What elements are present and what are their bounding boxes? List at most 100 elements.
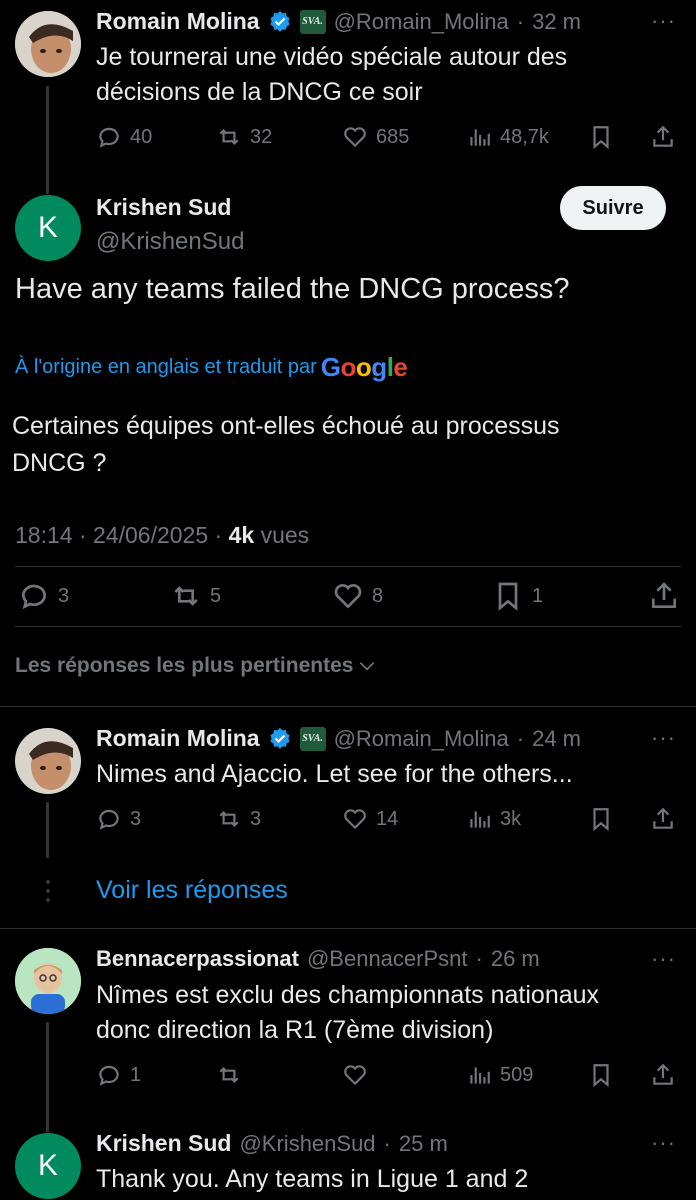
separator: · [383, 1130, 391, 1156]
bookmark-button[interactable] [588, 806, 614, 832]
thread-line [46, 1022, 49, 1132]
thread-dot [46, 889, 50, 893]
tweet-text: Nimes and Ajaccio. Let see for the other… [96, 760, 573, 788]
repost-button[interactable] [216, 1062, 242, 1088]
author-handle[interactable]: @Romain_Molina [334, 9, 509, 35]
like-button[interactable]: 685 [342, 124, 409, 150]
tweet-text: Je tournerai une vidéo spéciale autour d… [96, 40, 567, 110]
see-replies-link[interactable]: Voir les réponses [96, 876, 288, 905]
repost-icon [174, 586, 198, 606]
author-name[interactable]: Romain Molina [96, 8, 260, 35]
avatar[interactable]: K [15, 195, 81, 261]
divider [0, 706, 696, 707]
follow-button[interactable]: Suivre [560, 186, 666, 230]
bookmark-icon [593, 808, 609, 832]
reply-icon [22, 584, 46, 610]
verified-badge-icon [269, 727, 290, 749]
tweet-text: Have any teams failed the DNCG process? [15, 273, 570, 305]
tweet-time[interactable]: 18:14 [15, 522, 73, 548]
separator: · [516, 725, 525, 751]
like-button[interactable]: 14 [342, 806, 398, 832]
author-handle[interactable]: @BennacerPsnt [307, 946, 468, 972]
translated-text-line: Certaines équipes ont-elles échoué au pr… [12, 412, 560, 440]
author-name[interactable]: Krishen Sud [96, 1130, 231, 1157]
reply-icon [99, 1065, 119, 1086]
reply-count: 3 [130, 807, 142, 830]
tweet-text-line: Nîmes est exclu des championnats nationa… [96, 981, 600, 1009]
tweet-time[interactable]: 26 m [491, 946, 540, 972]
divider [0, 928, 696, 929]
bookmark-button[interactable] [588, 1062, 614, 1088]
tweet-time[interactable]: 32 m [532, 9, 581, 35]
tweet-text-line: décisions de la DNCG ce soir [96, 78, 423, 106]
author-name[interactable]: Krishen Sud [96, 194, 231, 221]
more-options-icon[interactable]: ··· [651, 946, 676, 972]
tweet-header: Romain Molina SVA. @Romain_Molina · 24 m [96, 725, 581, 752]
separator: · [475, 946, 483, 971]
views-count: 4k [228, 522, 255, 548]
separator: · [78, 522, 87, 548]
views-button[interactable]: 509 [466, 1062, 533, 1088]
share-button[interactable] [648, 580, 680, 612]
like-button[interactable] [342, 1062, 368, 1088]
tweet-date[interactable]: 24/06/2025 [93, 522, 208, 548]
more-options-icon[interactable]: ··· [651, 725, 676, 751]
reply-button[interactable]: 40 [96, 124, 152, 150]
views-icon [470, 811, 490, 828]
sort-replies-dropdown[interactable]: Les réponses les plus pertinentes [15, 654, 377, 678]
tweet-time[interactable]: 24 m [532, 726, 581, 752]
tweet-time[interactable]: 25 m [399, 1131, 448, 1157]
views-button[interactable]: 3k [466, 806, 521, 832]
avatar[interactable] [15, 728, 81, 794]
author-name[interactable]: Bennacerpassionat [96, 946, 299, 972]
reply-button[interactable]: 1 [96, 1062, 141, 1088]
sort-label: Les réponses les plus pertinentes [15, 654, 354, 677]
share-icon [652, 582, 676, 608]
share-button[interactable] [650, 124, 676, 150]
divider [15, 566, 681, 567]
avatar[interactable]: K [15, 1133, 81, 1199]
reply-icon [99, 809, 119, 830]
views-count: 3k [500, 807, 522, 830]
tweet-text: Nîmes est exclu des championnats nationa… [96, 978, 599, 1048]
bookmark-button[interactable]: 1 [492, 580, 543, 612]
views-count: 509 [500, 1063, 534, 1086]
tweet-text-line: Je tournerai une vidéo spéciale autour d… [96, 43, 568, 71]
translation-link[interactable]: À l'origine en anglais et traduit par Go… [15, 352, 408, 383]
share-button[interactable] [650, 806, 676, 832]
author-handle[interactable]: @Romain_Molina [334, 726, 509, 752]
affiliate-badge-icon: SVA. [299, 726, 326, 751]
reply-count: 1 [130, 1063, 142, 1086]
author-handle[interactable]: @KrishenSud [96, 228, 244, 256]
share-icon [653, 807, 673, 829]
bookmark-button[interactable] [588, 124, 614, 150]
avatar[interactable] [15, 948, 81, 1014]
author-name[interactable]: Romain Molina [96, 725, 260, 752]
tweet-header: Krishen Sud @KrishenSud · 25 m [96, 1130, 448, 1157]
avatar[interactable] [15, 11, 81, 77]
avatar-photo [15, 728, 81, 794]
views-button[interactable]: 48,7k [466, 124, 549, 150]
google-letter: g [371, 352, 387, 382]
more-options-icon[interactable]: ··· [651, 1130, 676, 1156]
divider [15, 626, 681, 627]
tweet-header: Bennacerpassionat @BennacerPsnt · 26 m [96, 946, 540, 972]
share-button[interactable] [650, 1062, 676, 1088]
google-letter: o [340, 352, 357, 382]
separator: · [516, 8, 525, 34]
repost-button[interactable]: 3 [216, 806, 261, 832]
views-label: vues [260, 522, 310, 548]
like-button[interactable]: 8 [332, 580, 383, 612]
reply-button[interactable]: 3 [18, 580, 69, 612]
repost-button[interactable]: 5 [170, 580, 221, 612]
views-icon [470, 1067, 490, 1084]
verified-badge-icon [269, 10, 290, 32]
repost-icon [219, 810, 239, 828]
reply-button[interactable]: 3 [96, 806, 141, 832]
author-handle[interactable]: @KrishenSud [239, 1131, 375, 1157]
more-options-icon[interactable]: ··· [651, 8, 676, 34]
translation-label: À l'origine en anglais et traduit par [15, 356, 317, 378]
repost-button[interactable]: 32 [216, 124, 272, 150]
thread-line [46, 802, 49, 858]
thread-dot [46, 898, 50, 902]
